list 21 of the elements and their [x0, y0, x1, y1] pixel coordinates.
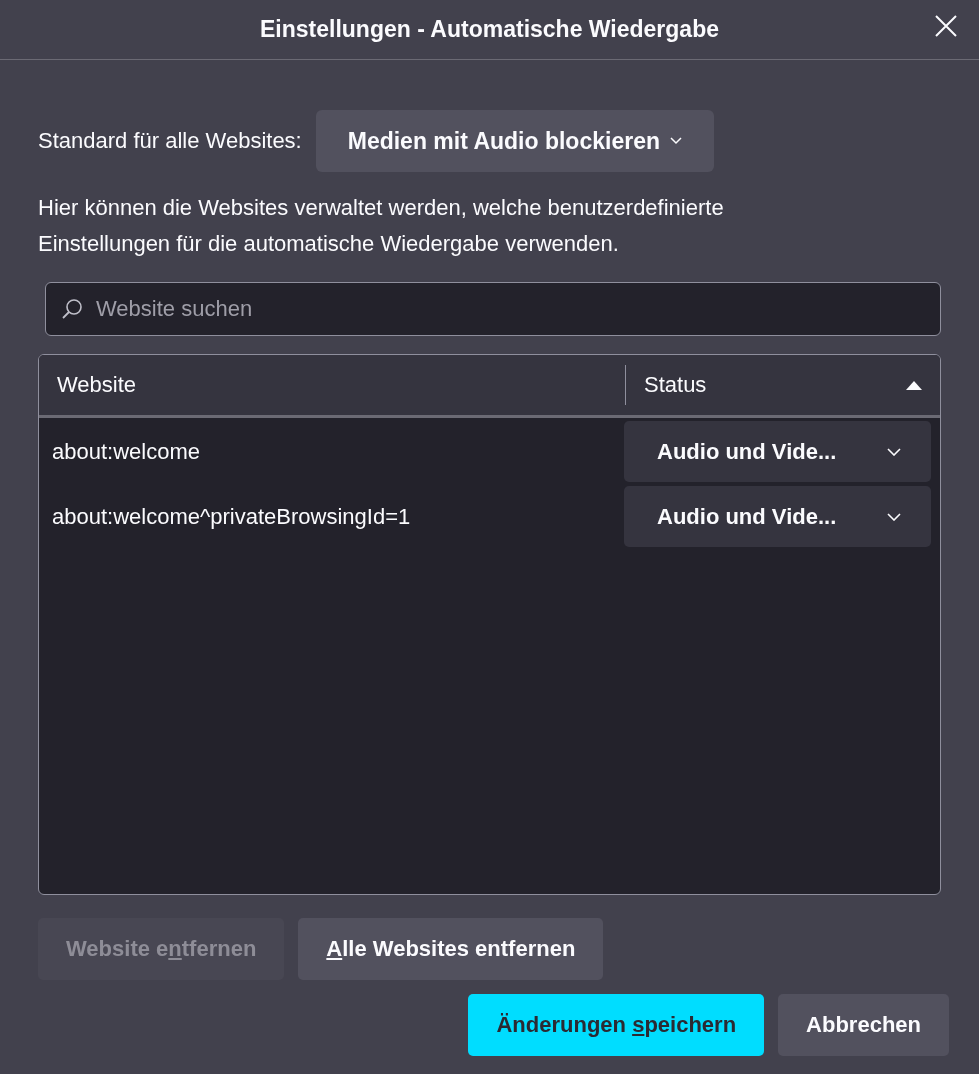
close-icon — [935, 15, 957, 37]
status-dropdown[interactable]: Audio und Vide... — [624, 421, 931, 482]
close-button[interactable] — [933, 13, 959, 39]
website-cell: about:welcome — [52, 438, 200, 465]
description-text: Hier können die Websites verwaltet werden, welche benutzerdefinierte Einstellungen für die automatische Wiedergabe verwenden. — [38, 194, 725, 258]
status-dropdown[interactable]: Audio und Vide... — [624, 486, 931, 547]
sort-up-icon — [906, 380, 922, 390]
website-cell: about:welcome^privateBrowsingId=1 — [52, 503, 411, 530]
save-button[interactable]: Änderungen speichern — [468, 994, 765, 1056]
chevron-down-icon — [887, 512, 901, 521]
window-title: Einstellungen - Automatische Wiedergabe — [260, 16, 719, 43]
column-header[interactable]: Website — [39, 355, 625, 415]
chevron-down-icon — [670, 137, 682, 145]
search-icon — [61, 298, 83, 320]
default-dropdown[interactable]: Medien mit Audio blockieren — [315, 110, 714, 172]
default-label: Standard für alle Websites: — [38, 128, 302, 154]
chevron-down-icon — [887, 447, 901, 456]
column-header[interactable]: Status — [625, 365, 940, 405]
remove-button[interactable]: Alle Websites entfernen — [298, 918, 604, 980]
cancel-button[interactable]: Abbrechen — [778, 994, 949, 1056]
search-field[interactable]: Website suchen — [45, 282, 941, 336]
